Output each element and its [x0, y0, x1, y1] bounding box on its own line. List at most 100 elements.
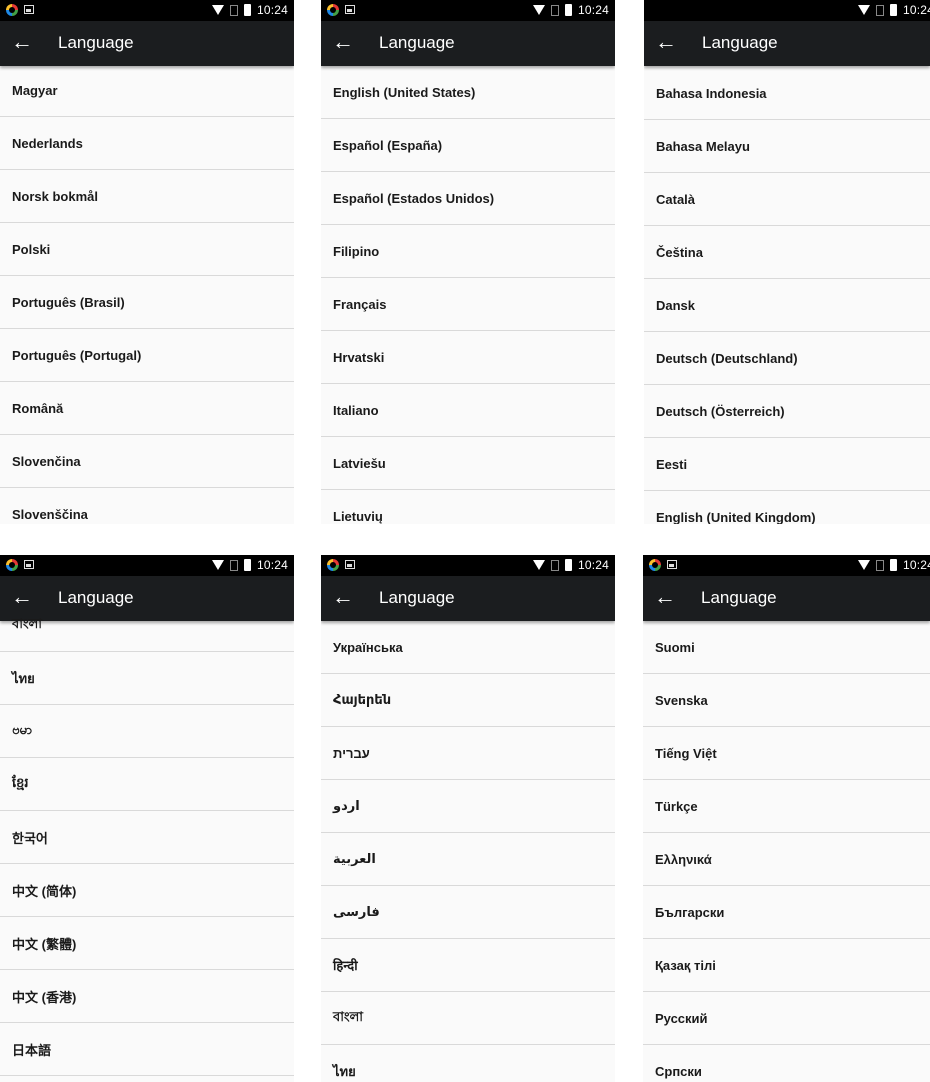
app-bar: ← Language: [644, 21, 930, 66]
page-title: Language: [58, 33, 134, 52]
language-item[interactable]: עברית: [321, 727, 615, 780]
language-item[interactable]: Svenska: [643, 674, 930, 727]
wifi-icon: [211, 560, 224, 570]
language-list: English (United States) Español (España)…: [321, 66, 615, 524]
language-item[interactable]: Հայերեն: [321, 674, 615, 727]
language-item[interactable]: Latviešu: [321, 437, 615, 490]
language-item[interactable]: Українська: [321, 621, 615, 674]
back-arrow-icon[interactable]: ←: [10, 30, 34, 54]
language-item[interactable]: ဗမာ: [0, 705, 294, 758]
language-item[interactable]: 中文 (繁體): [0, 917, 294, 970]
app-bar: ← Language: [643, 576, 930, 621]
no-sim-icon: [550, 559, 559, 571]
language-item[interactable]: فارسی: [321, 886, 615, 939]
battery-icon: [889, 4, 897, 16]
image-notification-icon: [24, 560, 34, 569]
language-item[interactable]: Қазақ тілі: [643, 939, 930, 992]
language-item[interactable]: Български: [643, 886, 930, 939]
language-list: Bahasa Indonesia Bahasa Melayu Català Če…: [644, 67, 930, 524]
status-bar: 10:24: [0, 555, 294, 576]
wifi-icon: [211, 5, 224, 15]
language-item[interactable]: Deutsch (Deutschland): [644, 332, 930, 385]
language-item[interactable]: English (United States): [321, 66, 615, 119]
screen-panel-4: 10:24 ← Language বাংলা ไทย ဗမာ ខ្មែរ 한국어…: [0, 555, 294, 1082]
language-item[interactable]: 中文 (香港): [0, 970, 294, 1023]
wifi-icon: [532, 5, 545, 15]
language-item[interactable]: Filipino: [321, 225, 615, 278]
language-item[interactable]: Hrvatski: [321, 331, 615, 384]
language-item[interactable]: Dansk: [644, 279, 930, 332]
language-item[interactable]: Română: [0, 382, 294, 435]
status-clock: 10:24: [577, 558, 609, 572]
language-item[interactable]: 한국어: [0, 811, 294, 864]
wifi-icon: [857, 5, 870, 15]
language-item[interactable]: 中文 (简体): [0, 864, 294, 917]
language-item[interactable]: Deutsch (Österreich): [644, 385, 930, 438]
app-bar: ← Language: [321, 21, 615, 66]
app-bar: ← Language: [321, 576, 615, 621]
language-item[interactable]: English (United Kingdom): [644, 491, 930, 525]
no-sim-icon: [229, 4, 238, 16]
language-item[interactable]: Español (Estados Unidos): [321, 172, 615, 225]
no-sim-icon: [229, 559, 238, 571]
image-notification-icon: [345, 560, 355, 569]
language-item[interactable]: العربية: [321, 833, 615, 886]
page-title: Language: [379, 33, 455, 52]
language-item[interactable]: Bahasa Indonesia: [644, 67, 930, 120]
language-item[interactable]: Türkçe: [643, 780, 930, 833]
no-sim-icon: [550, 4, 559, 16]
status-bar: 10:24: [643, 555, 930, 576]
language-item[interactable]: Português (Brasil): [0, 276, 294, 329]
language-list: Suomi Svenska Tiếng Việt Türkçe Ελληνικά…: [643, 621, 930, 1082]
language-item[interactable]: Српски: [643, 1045, 930, 1082]
language-item[interactable]: Bahasa Melayu: [644, 120, 930, 173]
language-item[interactable]: Português (Portugal): [0, 329, 294, 382]
screen-panel-2: 10:24 ← Language English (United States)…: [321, 0, 615, 524]
status-bar: 10:24: [644, 0, 930, 21]
language-item[interactable]: ไทย: [0, 652, 294, 705]
language-item[interactable]: Magyar: [0, 64, 294, 117]
back-arrow-icon[interactable]: ←: [654, 30, 678, 54]
language-item[interactable]: Русский: [643, 992, 930, 1045]
language-item[interactable]: Slovenščina: [0, 488, 294, 524]
app-notification-icon: [327, 4, 339, 16]
language-item[interactable]: اردو: [321, 780, 615, 833]
language-item[interactable]: Suomi: [643, 621, 930, 674]
language-item[interactable]: বাংলা: [321, 992, 615, 1045]
status-clock: 10:24: [256, 558, 288, 572]
no-sim-icon: [875, 559, 884, 571]
language-item[interactable]: Español (España): [321, 119, 615, 172]
language-item[interactable]: বাংলা: [0, 599, 294, 652]
language-item[interactable]: Norsk bokmål: [0, 170, 294, 223]
language-item[interactable]: Italiano: [321, 384, 615, 437]
status-clock: 10:24: [902, 558, 930, 572]
language-item[interactable]: ខ្មែរ: [0, 758, 294, 811]
image-notification-icon: [24, 5, 34, 14]
language-item[interactable]: Polski: [0, 223, 294, 276]
back-arrow-icon[interactable]: ←: [331, 30, 355, 54]
status-bar: 10:24: [321, 0, 615, 21]
back-arrow-icon[interactable]: ←: [653, 585, 677, 609]
language-item[interactable]: ไทย: [321, 1045, 615, 1082]
language-item[interactable]: Français: [321, 278, 615, 331]
language-list: Magyar Nederlands Norsk bokmål Polski Po…: [0, 64, 294, 524]
language-item[interactable]: 日本語: [0, 1023, 294, 1076]
battery-icon: [564, 4, 572, 16]
app-bar: ← Language: [0, 21, 294, 66]
language-item[interactable]: Čeština: [644, 226, 930, 279]
back-arrow-icon[interactable]: ←: [331, 585, 355, 609]
language-item[interactable]: हिन्दी: [321, 939, 615, 992]
language-item[interactable]: Lietuvių: [321, 490, 615, 524]
screen-panel-1: 10:24 ← Language Magyar Nederlands Norsk…: [0, 0, 294, 524]
language-item[interactable]: Eesti: [644, 438, 930, 491]
app-notification-icon: [327, 559, 339, 571]
language-item[interactable]: Català: [644, 173, 930, 226]
app-notification-icon: [649, 559, 661, 571]
language-item[interactable]: Slovenčina: [0, 435, 294, 488]
app-notification-icon: [6, 4, 18, 16]
image-notification-icon: [667, 560, 677, 569]
language-item[interactable]: Ελληνικά: [643, 833, 930, 886]
screen-panel-6: 10:24 ← Language Suomi Svenska Tiếng Việ…: [643, 555, 930, 1082]
language-item[interactable]: Nederlands: [0, 117, 294, 170]
language-item[interactable]: Tiếng Việt: [643, 727, 930, 780]
